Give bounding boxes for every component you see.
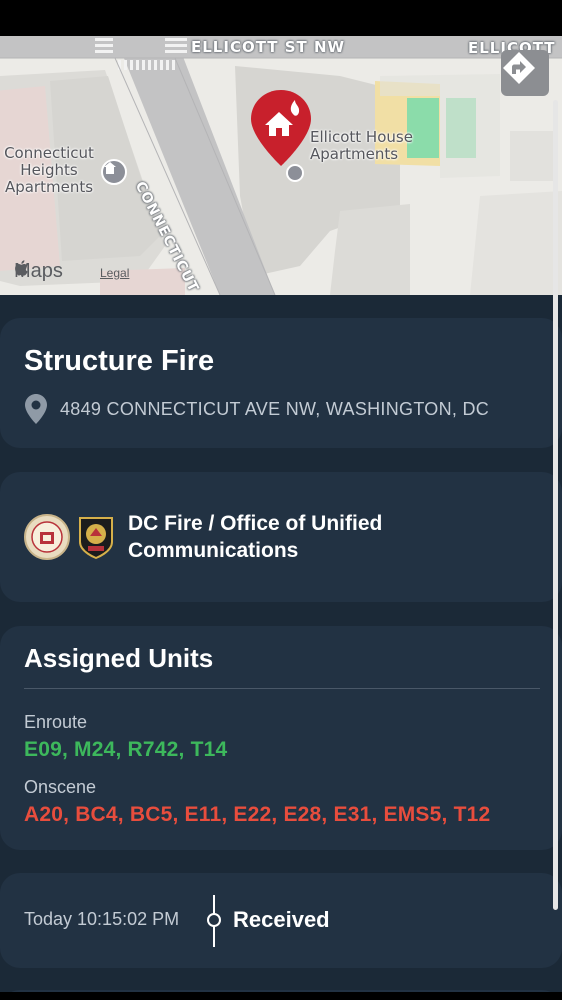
timeline-time: Today 10:15:02 PM (24, 909, 180, 929)
status-bar-area (0, 0, 562, 36)
ouc-seal-icon (24, 514, 70, 560)
maps-legal-link[interactable]: Legal (100, 266, 129, 280)
onscene-label: Onscene (24, 777, 97, 797)
enroute-units: E09, M24, R742, T14 (24, 738, 228, 761)
agency-row: DC Fire / Office of Unified Communicatio… (24, 510, 448, 564)
incident-map[interactable]: ELLICOTT ST NW ELLICOTT CONNECTICUT AVE … (0, 36, 562, 295)
house-fire-pin-icon[interactable] (249, 88, 313, 168)
incident-location[interactable]: 4849 CONNECTICUT AVE NW, WASHINGTON, DC (24, 393, 489, 425)
directions-button[interactable] (501, 50, 549, 96)
poi-label-ellicott-house-text: Ellicott House Apartments (310, 128, 413, 163)
scrollbar[interactable] (553, 100, 558, 910)
incident-card[interactable]: Structure Fire 4849 CONNECTICUT AVE NW, … (0, 318, 562, 448)
dc-fire-badge-icon (79, 517, 113, 560)
incident-address: 4849 CONNECTICUT AVE NW, WASHINGTON, DC (60, 398, 490, 419)
divider (24, 688, 540, 689)
apple-maps-logo: Maps (14, 260, 63, 283)
apple-logo-icon (15, 260, 28, 276)
timeline-dot-icon (207, 913, 221, 927)
enroute-label: Enroute (24, 712, 88, 732)
agency-name: DC Fire / Office of Unified Communicatio… (128, 512, 383, 562)
onscene-units: A20, BC4, BC5, E11, E22, E28, E31, EMS5,… (24, 803, 491, 826)
street-label-ellicott: ELLICOTT ST NW (191, 38, 346, 56)
poi-label-connecticut-heights[interactable]: Connecticut Heights Apartments (0, 145, 104, 196)
timeline-card[interactable]: Today 10:15:02 PM Received (0, 873, 562, 968)
incident-title: Structure Fire (24, 345, 215, 377)
assigned-units-card[interactable]: Assigned Units Enroute E09, M24, R742, T… (0, 626, 562, 850)
incident-detail-panel[interactable]: Structure Fire 4849 CONNECTICUT AVE NW, … (0, 295, 562, 1000)
assigned-units-title: Assigned Units (24, 643, 214, 673)
agency-card[interactable]: DC Fire / Office of Unified Communicatio… (0, 472, 562, 602)
building-icon[interactable] (101, 159, 127, 185)
directions-arrow-icon (503, 52, 535, 84)
poi-label-ellicott-house[interactable]: Ellicott House Apartments (310, 129, 428, 163)
location-pin-icon (25, 394, 47, 424)
timeline-event: Received (233, 907, 330, 932)
home-indicator-area (0, 992, 562, 1000)
